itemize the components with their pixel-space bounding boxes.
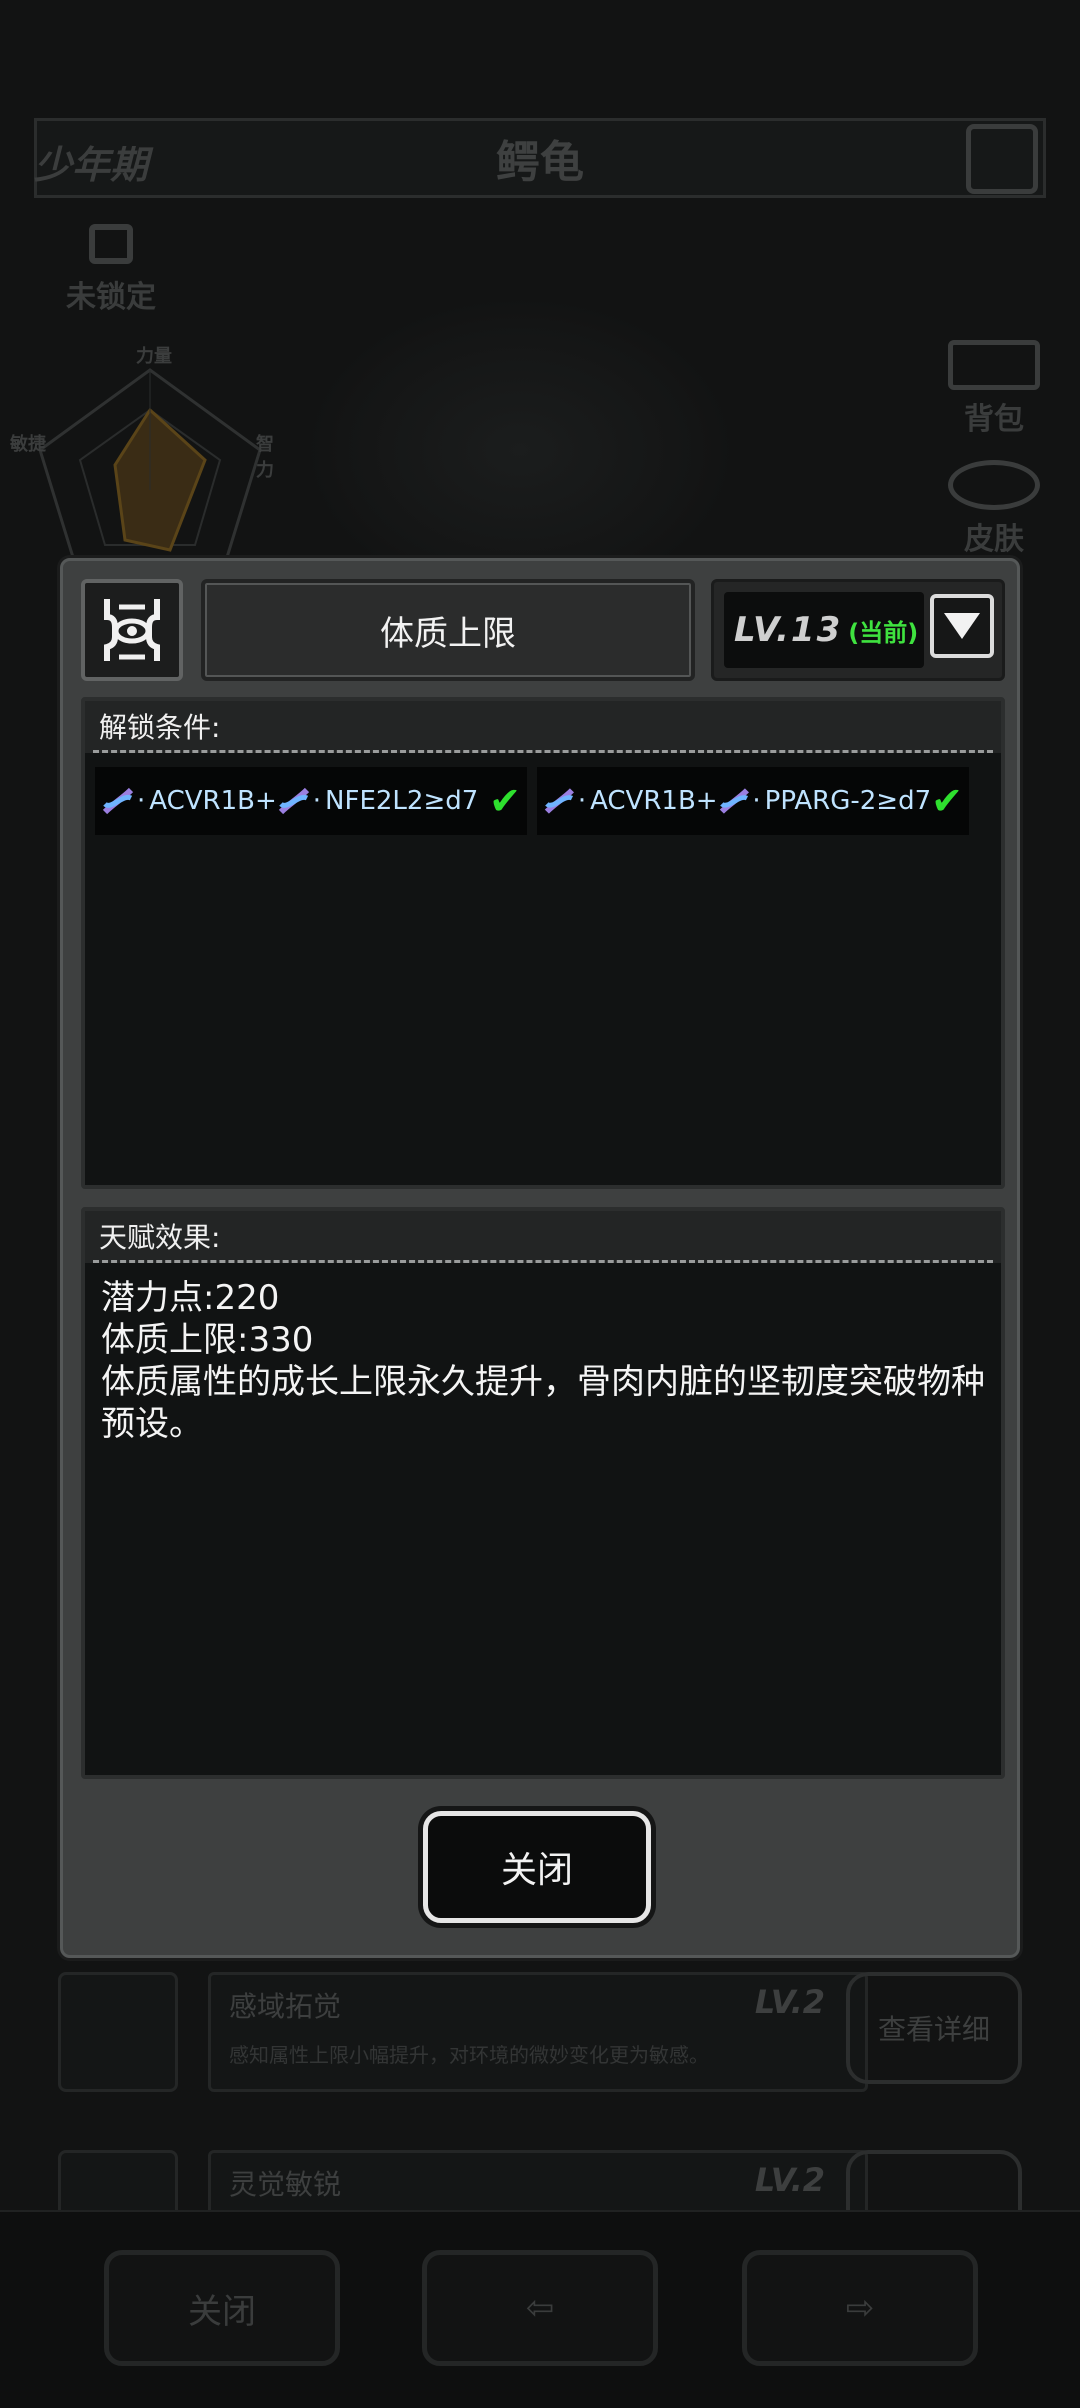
operator: +	[695, 786, 718, 816]
skin-label: 皮肤	[964, 522, 1024, 557]
dna-icon	[544, 788, 574, 814]
talent-effect-panel: 天赋效果: 潜力点:220 体质上限:330 体质属性的成长上限永久提升，骨肉内…	[81, 1207, 1005, 1779]
effect-line: 体质上限:330	[101, 1320, 314, 1360]
backpack-icon	[948, 340, 1040, 390]
condition-item: · ACVR1B + · PPARG-2 ≥d7 ✔	[537, 767, 969, 835]
talent-level: LV.2	[754, 1983, 825, 2021]
next-creature-button[interactable]: ⇨	[742, 2250, 978, 2366]
talent-card: 感域拓觉 LV.2 感知属性上限小幅提升，对环境的微妙变化更为敏感。	[208, 1972, 868, 2092]
backpack-label: 背包	[964, 402, 1024, 437]
view-details-button[interactable]	[846, 2150, 1022, 2210]
radar-label-top: 力量	[136, 346, 172, 367]
lock-icon	[89, 224, 133, 264]
creature-image	[310, 300, 730, 600]
dna-icon	[719, 788, 749, 814]
unlock-conditions-panel: 解锁条件: · ACVR1B + · NFE2L2 ≥d7 ✔ · ACVR1B…	[81, 697, 1005, 1189]
arrow-left-icon: ⇦	[525, 2288, 555, 2328]
talent-row: 感域拓觉 LV.2 感知属性上限小幅提升，对环境的微妙变化更为敏感。 查看详细	[58, 1972, 1022, 2132]
close-button[interactable]: 关闭	[423, 1811, 651, 1923]
gene-name: ACVR1B	[590, 786, 696, 816]
talent-detail-dialog: 体质上限 LV.13 (当前) 解锁条件: · ACVR1B + · NFE2L…	[60, 558, 1020, 1958]
check-icon: ✔	[489, 779, 521, 823]
radar-label-left: 敏捷	[10, 434, 46, 455]
effect-line: 潜力点:220	[101, 1278, 280, 1318]
check-icon: ✔	[931, 779, 963, 823]
talent-effect-text: 潜力点:220 体质上限:330 体质属性的成长上限永久提升，骨肉内脏的坚韧度突…	[85, 1263, 1001, 1459]
gene-name: NFE2L2	[325, 786, 424, 816]
paw-icon	[948, 460, 1040, 510]
bg-creature-name: 鳄龟	[496, 137, 584, 188]
condition-item: · ACVR1B + · NFE2L2 ≥d7 ✔	[95, 767, 527, 835]
bg-lock-status[interactable]: 未锁定	[66, 224, 156, 316]
radar-label-right: 智力	[256, 434, 274, 481]
edit-icon[interactable]	[966, 124, 1038, 194]
talent-emblem-icon	[58, 1972, 178, 2092]
current-level-tag: (当前)	[848, 618, 919, 647]
effect-line: 体质属性的成长上限永久提升，骨肉内脏的坚韧度突破物种预设。	[101, 1362, 985, 1444]
bg-lock-label: 未锁定	[66, 280, 156, 315]
bg-close-button[interactable]: 关闭	[104, 2250, 340, 2366]
talent-effect-header: 天赋效果:	[93, 1211, 993, 1263]
talent-emblem-icon	[58, 2150, 178, 2210]
arrow-right-icon: ⇨	[845, 2288, 875, 2328]
dna-icon	[102, 787, 134, 815]
skin-button[interactable]: 皮肤	[948, 460, 1040, 557]
requirement: ≥d7	[876, 786, 932, 816]
requirement: ≥d7	[423, 786, 479, 816]
triangle-down-icon	[944, 613, 980, 639]
level-display: LV.13 (当前)	[724, 592, 924, 668]
gene-name: PPARG-2	[764, 786, 877, 816]
level-dropdown-button[interactable]	[930, 594, 994, 658]
level-text: LV.13	[734, 610, 843, 650]
talent-title: 体质上限	[201, 579, 695, 681]
view-details-button[interactable]: 查看详细	[846, 1972, 1022, 2084]
talent-description: 感知属性上限小幅提升，对环境的微妙变化更为敏感。	[229, 2043, 709, 2067]
condition-list: · ACVR1B + · NFE2L2 ≥d7 ✔ · ACVR1B + · PP	[85, 753, 1001, 835]
gene-name: ACVR1B	[149, 786, 255, 816]
talent-name: 感域拓觉	[229, 1990, 342, 2023]
prev-creature-button[interactable]: ⇦	[422, 2250, 658, 2366]
talent-emblem-icon	[81, 579, 183, 681]
dna-icon	[278, 787, 309, 815]
talent-card: 灵觉敏锐 LV.2	[208, 2150, 868, 2210]
talent-row: 灵觉敏锐 LV.2	[58, 2150, 1022, 2210]
unlock-conditions-header: 解锁条件:	[93, 701, 993, 753]
talent-name: 灵觉敏锐	[229, 2168, 342, 2201]
talent-level: LV.2	[754, 2161, 825, 2199]
backpack-button[interactable]: 背包	[948, 340, 1040, 437]
level-selector[interactable]: LV.13 (当前)	[711, 579, 1005, 681]
operator: +	[254, 786, 277, 816]
